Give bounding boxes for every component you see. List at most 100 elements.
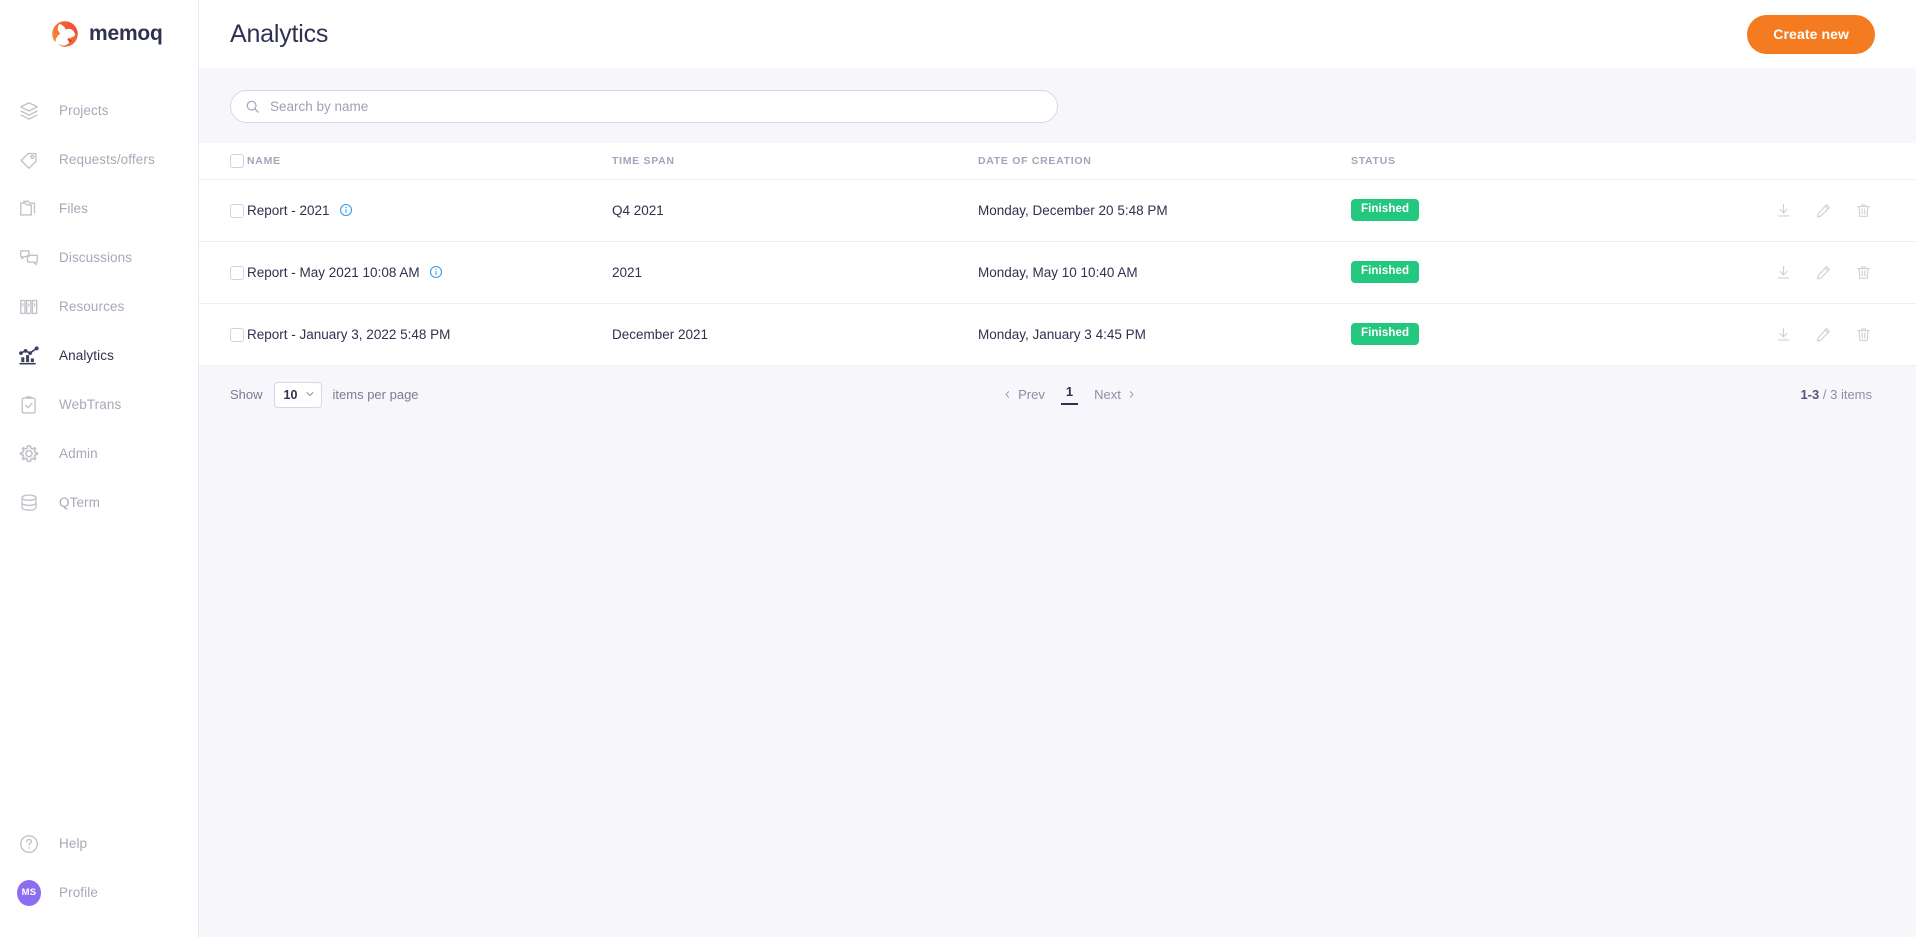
folder-icon bbox=[17, 197, 41, 221]
prev-page-button[interactable]: Prev bbox=[1003, 387, 1045, 402]
sidebar-item-label: Requests/offers bbox=[59, 152, 155, 167]
avatar: MS bbox=[17, 879, 41, 906]
page-number-1[interactable]: 1 bbox=[1060, 384, 1079, 405]
per-page-select[interactable]: 10 bbox=[273, 381, 322, 408]
reports-table-wrapper: NAME TIME SPAN DATE OF CREATION STATUS R… bbox=[199, 143, 1916, 366]
cell-date-of-creation: Monday, December 20 5:48 PM bbox=[978, 179, 1351, 242]
chat-icon bbox=[17, 246, 41, 270]
sidebar-item-label: Resources bbox=[59, 299, 125, 314]
sidebar-item-label: Help bbox=[59, 836, 88, 851]
page-title: Analytics bbox=[230, 19, 329, 48]
sidebar-item-label: Projects bbox=[59, 103, 109, 118]
chevron-right-icon bbox=[1127, 387, 1136, 402]
question-circle-icon bbox=[17, 832, 41, 856]
delete-icon[interactable] bbox=[1855, 202, 1872, 219]
chevron-down-icon bbox=[305, 388, 315, 402]
cell-actions bbox=[1631, 303, 1916, 366]
cell-time-span: Q4 2021 bbox=[612, 179, 978, 242]
items-total: / 3 items bbox=[1822, 387, 1872, 402]
sidebar-item-admin[interactable]: Admin bbox=[0, 429, 198, 478]
app-root: memoq Projects Requests/offers Files Dis… bbox=[0, 0, 1916, 937]
search-zone bbox=[199, 68, 1916, 143]
column-header-name[interactable]: NAME bbox=[247, 143, 612, 180]
sidebar-item-projects[interactable]: Projects bbox=[0, 86, 198, 135]
edit-icon[interactable] bbox=[1815, 264, 1832, 281]
table-body: Report - 2021 Q4 2021 Monday, December 2… bbox=[199, 179, 1916, 366]
info-icon[interactable] bbox=[429, 265, 443, 279]
select-all-header bbox=[199, 143, 247, 180]
sidebar-nav: Projects Requests/offers Files Discussio… bbox=[0, 86, 198, 527]
sidebar-item-resources[interactable]: Resources bbox=[0, 282, 198, 331]
edit-icon[interactable] bbox=[1815, 202, 1832, 219]
create-new-button[interactable]: Create new bbox=[1747, 14, 1875, 54]
row-select-cell bbox=[199, 303, 247, 366]
report-name: Report - May 2021 10:08 AM bbox=[247, 264, 420, 280]
info-icon[interactable] bbox=[339, 203, 353, 217]
table-header: NAME TIME SPAN DATE OF CREATION STATUS bbox=[199, 143, 1916, 180]
sidebar-item-label: QTerm bbox=[59, 495, 100, 510]
database-icon bbox=[17, 491, 41, 515]
top-bar: Analytics Create new bbox=[199, 0, 1916, 68]
download-icon[interactable] bbox=[1775, 326, 1792, 343]
analytics-icon bbox=[17, 344, 41, 368]
table-row[interactable]: Report - 2021 Q4 2021 Monday, December 2… bbox=[199, 179, 1916, 242]
sidebar-item-requests-offers[interactable]: Requests/offers bbox=[0, 135, 198, 184]
table-row[interactable]: Report - May 2021 10:08 AM 2021 Monday, … bbox=[199, 241, 1916, 304]
row-select-cell bbox=[199, 241, 247, 304]
page-navigation: Prev 1 Next bbox=[339, 384, 1801, 405]
memoq-logo-icon bbox=[50, 19, 80, 49]
sidebar-item-label: Analytics bbox=[59, 348, 114, 363]
sidebar-item-discussions[interactable]: Discussions bbox=[0, 233, 198, 282]
cell-date-of-creation: Monday, May 10 10:40 AM bbox=[978, 241, 1351, 304]
books-icon bbox=[17, 295, 41, 319]
sidebar-item-analytics[interactable]: Analytics bbox=[0, 331, 198, 380]
cell-date-of-creation: Monday, January 3 4:45 PM bbox=[978, 303, 1351, 366]
select-all-checkbox[interactable] bbox=[230, 153, 244, 168]
per-page-value: 10 bbox=[283, 387, 298, 402]
cell-status: Finished bbox=[1351, 303, 1631, 366]
column-header-time-span[interactable]: TIME SPAN bbox=[612, 143, 978, 180]
layers-icon bbox=[17, 99, 41, 123]
search-box[interactable] bbox=[230, 90, 1058, 123]
brand-logo[interactable]: memoq bbox=[0, 0, 198, 68]
edit-icon[interactable] bbox=[1815, 326, 1832, 343]
table-header-row: NAME TIME SPAN DATE OF CREATION STATUS bbox=[199, 143, 1916, 180]
search-icon bbox=[245, 99, 260, 114]
sidebar-item-files[interactable]: Files bbox=[0, 184, 198, 233]
next-page-button[interactable]: Next bbox=[1094, 387, 1136, 402]
row-checkbox[interactable] bbox=[230, 203, 244, 218]
sidebar-item-help[interactable]: Help bbox=[0, 819, 198, 868]
sidebar-item-profile[interactable]: MS Profile bbox=[0, 868, 198, 917]
column-header-date-of-creation[interactable]: DATE OF CREATION bbox=[978, 143, 1351, 180]
sidebar-item-label: Admin bbox=[59, 446, 98, 461]
cell-status: Finished bbox=[1351, 179, 1631, 242]
download-icon[interactable] bbox=[1775, 202, 1792, 219]
cell-time-span: 2021 bbox=[612, 241, 978, 304]
sidebar-item-label: Discussions bbox=[59, 250, 133, 265]
column-header-actions bbox=[1631, 143, 1916, 180]
prev-page-label: Prev bbox=[1018, 387, 1045, 402]
show-label: Show bbox=[230, 387, 263, 402]
sidebar-item-qterm[interactable]: QTerm bbox=[0, 478, 198, 527]
table-row[interactable]: Report - January 3, 2022 5:48 PM Decembe… bbox=[199, 303, 1916, 366]
delete-icon[interactable] bbox=[1855, 326, 1872, 343]
row-checkbox[interactable] bbox=[230, 327, 244, 342]
next-page-label: Next bbox=[1094, 387, 1121, 402]
download-icon[interactable] bbox=[1775, 264, 1792, 281]
status-badge: Finished bbox=[1351, 261, 1420, 283]
search-input[interactable] bbox=[270, 99, 1043, 114]
cell-actions bbox=[1631, 179, 1916, 242]
status-badge: Finished bbox=[1351, 199, 1420, 221]
delete-icon[interactable] bbox=[1855, 264, 1872, 281]
status-badge: Finished bbox=[1351, 323, 1420, 345]
column-header-status[interactable]: STATUS bbox=[1351, 143, 1631, 180]
sidebar-item-label: Files bbox=[59, 201, 89, 216]
row-checkbox[interactable] bbox=[230, 265, 244, 280]
clipboard-check-icon bbox=[17, 393, 41, 417]
items-range-indicator: 1-3 / 3 items bbox=[1800, 387, 1872, 402]
sidebar-item-label: WebTrans bbox=[59, 397, 122, 412]
sidebar-item-webtrans[interactable]: WebTrans bbox=[0, 380, 198, 429]
content-area: NAME TIME SPAN DATE OF CREATION STATUS bbox=[199, 68, 1916, 937]
reports-table: NAME TIME SPAN DATE OF CREATION STATUS R… bbox=[199, 143, 1916, 366]
report-name: Report - 2021 bbox=[247, 202, 330, 218]
